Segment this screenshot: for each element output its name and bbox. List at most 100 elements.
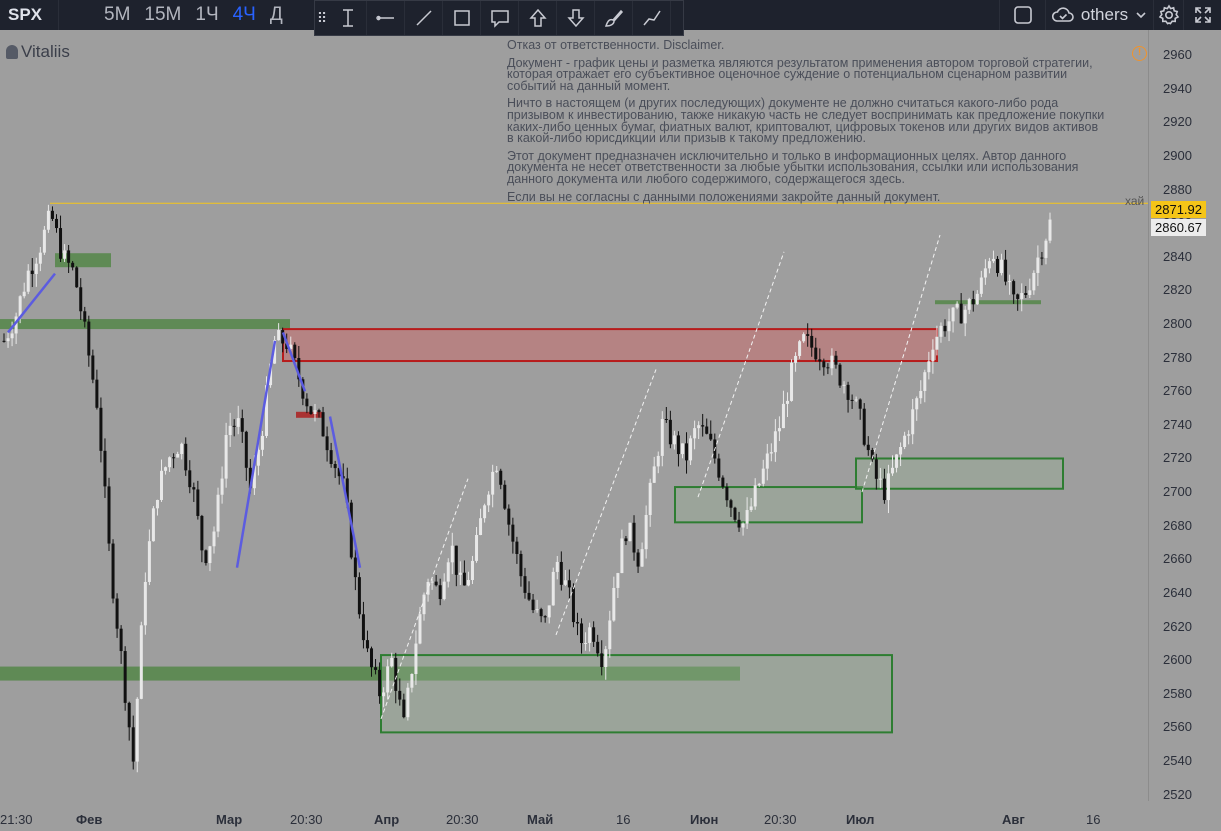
- price-tick: 2560: [1163, 719, 1192, 735]
- time-axis[interactable]: 21:30 Фев Мар 20:30 Апр 20:30 Май 16 Июн 20:30 Июл…: [0, 808, 1148, 831]
- price-tick: 2520: [1163, 786, 1192, 802]
- candle-body: [30, 270, 34, 275]
- candle-body: [806, 334, 810, 336]
- candle-body: [410, 674, 414, 688]
- price-tick: 2820: [1163, 282, 1192, 298]
- candle-body: [547, 605, 551, 618]
- candle-body: [83, 311, 87, 322]
- candle-body: [1032, 272, 1036, 291]
- author-badge[interactable]: Vitaliis: [6, 42, 70, 62]
- candle-body: [507, 508, 511, 525]
- support-level-bar: [0, 319, 290, 330]
- candle-body: [810, 335, 814, 348]
- candle-body: [63, 250, 67, 259]
- price-tick: 2780: [1163, 349, 1192, 365]
- candle-body: [814, 347, 818, 360]
- candle-body: [313, 410, 317, 415]
- candle-body: [781, 403, 785, 429]
- candle-body: [959, 303, 963, 324]
- candle-body: [656, 455, 660, 467]
- candle-body: [135, 698, 139, 762]
- price-tick: 2540: [1163, 752, 1192, 768]
- candle-body: [531, 599, 535, 611]
- resistance-level-bar: [296, 411, 322, 418]
- candle-body: [196, 489, 200, 516]
- candle-body: [495, 470, 499, 472]
- candle-body: [438, 585, 442, 600]
- candle-body: [1012, 281, 1016, 295]
- candle-body: [567, 580, 571, 588]
- candle-body: [895, 454, 899, 468]
- candle-body: [46, 210, 50, 230]
- author-name: Vitaliis: [21, 42, 70, 61]
- candle-body: [878, 478, 882, 480]
- candle-body: [636, 552, 640, 567]
- disclaimer-paragraph: Ничто в настоящем (и других последующих)…: [507, 96, 1105, 146]
- candle-body: [111, 543, 115, 599]
- candle-body: [479, 518, 483, 535]
- candle-body: [927, 361, 931, 373]
- candle-body: [127, 702, 131, 728]
- candle-body: [729, 500, 733, 508]
- candle-body: [709, 433, 713, 440]
- candle-body: [660, 418, 664, 456]
- candle-body: [406, 687, 410, 718]
- price-tick: 2700: [1163, 484, 1192, 500]
- candle-body: [600, 653, 604, 668]
- candle-body: [164, 467, 168, 471]
- candle-body: [838, 364, 842, 386]
- price-tick: 2800: [1163, 316, 1192, 332]
- candle-body: [886, 473, 890, 501]
- candle-body: [745, 510, 749, 524]
- candle-body: [244, 431, 248, 468]
- candle-body: [487, 494, 491, 506]
- candle-body: [131, 727, 135, 762]
- avatar: [6, 45, 18, 59]
- time-tick: Фев: [76, 812, 103, 827]
- candle-body: [596, 641, 600, 654]
- price-scale[interactable]: 2960294029202900288028602840282028002780…: [1148, 30, 1221, 802]
- candle-body: [1028, 290, 1032, 296]
- expand-icon: [1194, 7, 1211, 23]
- candle-body: [466, 580, 470, 586]
- candle-body: [204, 550, 208, 564]
- candle-body: [6, 338, 10, 342]
- candle-body: [539, 609, 543, 617]
- candle-body: [620, 538, 624, 574]
- last-price-label: 2860.67: [1151, 219, 1206, 236]
- candle-body: [22, 291, 26, 297]
- candle-body: [115, 598, 119, 629]
- candle-body: [95, 379, 99, 408]
- candle-body: [705, 426, 709, 434]
- candle-body: [55, 218, 59, 229]
- candle-body: [374, 667, 378, 670]
- candle-body: [963, 309, 967, 324]
- candle-body: [394, 657, 398, 691]
- candle-body: [733, 507, 737, 520]
- candle-body: [874, 459, 878, 479]
- candle-body: [378, 669, 382, 697]
- candle-body: [612, 587, 616, 621]
- candle-body: [147, 541, 151, 582]
- candle-body: [430, 581, 434, 583]
- candle-body: [172, 457, 176, 459]
- candle-body: [580, 623, 584, 644]
- time-tick: Июл: [846, 812, 875, 827]
- candle-body: [483, 505, 487, 519]
- candle-body: [983, 268, 987, 278]
- candle-body: [777, 428, 781, 432]
- time-tick: Май: [527, 812, 554, 827]
- candle-body: [450, 545, 454, 563]
- price-tick: 2840: [1163, 248, 1192, 264]
- settings-button[interactable]: [1153, 0, 1183, 30]
- high-level-label: хай: [1125, 194, 1145, 208]
- price-tick: 2660: [1163, 551, 1192, 567]
- candle-body: [575, 622, 579, 624]
- fullscreen-button[interactable]: [1183, 0, 1221, 30]
- warning-icon[interactable]: !: [1132, 46, 1147, 61]
- time-tick: 21:30: [0, 812, 33, 827]
- candle-body: [67, 250, 71, 263]
- candle-body: [309, 406, 313, 415]
- candle-body: [907, 434, 911, 436]
- candle-body: [919, 390, 923, 399]
